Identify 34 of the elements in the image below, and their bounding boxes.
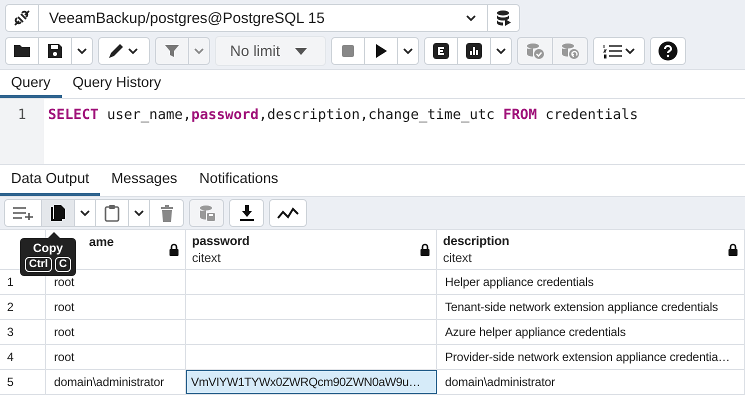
disconnect-icon[interactable] [5, 4, 39, 32]
line-number: 1 [18, 107, 26, 123]
column-name: password [192, 232, 250, 250]
column-type: citext [443, 250, 473, 266]
caret-icon [295, 48, 307, 54]
row-number: 1 [7, 275, 14, 289]
row-number: 3 [7, 325, 14, 339]
table-cell: Azure helper appliance credentials [437, 320, 745, 344]
tooltip-title: Copy [32, 241, 63, 255]
lock-icon [420, 243, 430, 256]
table-cell: root [46, 295, 186, 319]
table-cell: Tenant-side network extension appliance credentials [437, 295, 745, 319]
limit-select[interactable]: No limit [215, 36, 326, 66]
connection-select[interactable]: VeeamBackup/postgres@PostgreSQL 15 [39, 4, 487, 32]
table-cell: domain\administrator [437, 370, 745, 394]
copy-icon[interactable] [42, 200, 75, 226]
table-cell: Provider-side network extension appliance credentia… [437, 345, 745, 369]
row-number: 2 [7, 300, 14, 314]
caret-icon [465, 14, 477, 22]
column-name: ame [89, 234, 114, 251]
table-cell: root [46, 320, 186, 344]
row-number: 4 [7, 350, 14, 364]
table-cell: root [46, 345, 186, 369]
keyboard-key: C [54, 257, 71, 272]
column-name: description [443, 232, 510, 250]
selected-cell: VmVIYW1TYWx0ZWRQcm90ZWN0aW9u… [186, 370, 437, 394]
sql-query: SELECT user_name,password,description,change_time_utc FROM credentials [48, 107, 638, 123]
database-icon[interactable] [487, 4, 520, 32]
lock-icon [169, 243, 179, 256]
keyboard-key: Ctrl [25, 257, 52, 272]
table-cell: Helper appliance credentials [437, 270, 745, 294]
column-type: citext [192, 250, 222, 266]
row-number: 5 [7, 375, 14, 389]
lock-icon [728, 243, 738, 256]
